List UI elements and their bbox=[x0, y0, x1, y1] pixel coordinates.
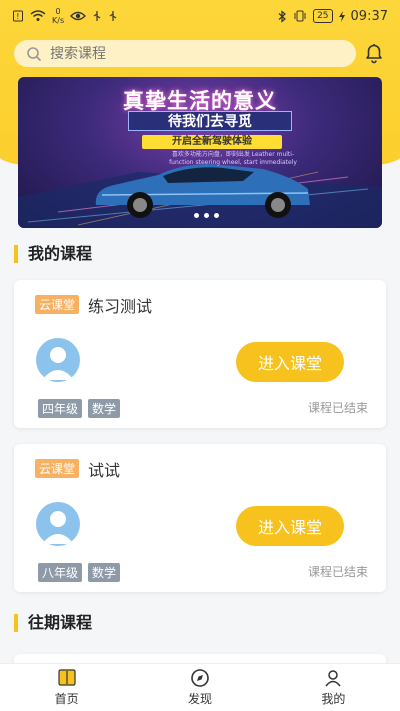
usb-icon-2 bbox=[109, 11, 117, 21]
book-icon bbox=[58, 669, 76, 686]
search-icon bbox=[27, 46, 42, 61]
charging-icon bbox=[338, 10, 345, 22]
tab-discover[interactable]: 发现 bbox=[133, 664, 266, 711]
subject-chip: 数学 bbox=[88, 399, 121, 418]
enter-classroom-button[interactable]: 进入课堂 bbox=[236, 506, 344, 546]
status-bar: ! 0 K/s 25 09:37 bbox=[0, 0, 400, 32]
enter-classroom-button[interactable]: 进入课堂 bbox=[236, 342, 344, 382]
course-chips: 八年级 数学 bbox=[38, 563, 121, 582]
svg-text:!: ! bbox=[16, 12, 19, 21]
carousel-dot[interactable] bbox=[194, 213, 199, 218]
course-status: 课程已结束 bbox=[307, 565, 368, 579]
course-type-tag: 云课堂 bbox=[35, 295, 80, 314]
course-status: 课程已结束 bbox=[307, 401, 368, 415]
course-card[interactable]: 云课堂 试试 进入课堂 八年级 数学 课程已结束 bbox=[14, 444, 386, 592]
bottom-tab-bar: 首页 发现 我的 bbox=[0, 663, 400, 711]
search-bar[interactable] bbox=[14, 40, 356, 67]
banner-small-text: 喜欢多功能方向盘，即刻出发 Leather multi-function ste… bbox=[169, 151, 297, 166]
battery-indicator: 25 bbox=[313, 9, 333, 23]
eye-icon bbox=[70, 11, 87, 21]
grade-chip: 四年级 bbox=[38, 399, 83, 418]
sim-icon: ! bbox=[13, 10, 23, 22]
tab-discover-label: 发现 bbox=[187, 692, 212, 706]
course-name: 试试 bbox=[88, 461, 121, 480]
carousel-indicator[interactable] bbox=[194, 213, 219, 218]
clock: 09:37 bbox=[350, 8, 388, 24]
usb-icon bbox=[93, 11, 101, 21]
course-type-tag: 云课堂 bbox=[35, 459, 80, 478]
carousel-dot[interactable] bbox=[204, 213, 209, 218]
subject-chip: 数学 bbox=[88, 563, 121, 582]
tab-home[interactable]: 首页 bbox=[0, 664, 133, 711]
user-icon bbox=[325, 670, 341, 687]
section-title-my-courses: 我的课程 bbox=[14, 245, 92, 263]
banner-subheadline: 待我们去寻觅 bbox=[128, 111, 292, 131]
tab-mine-label: 我的 bbox=[321, 692, 346, 706]
wifi-icon bbox=[30, 10, 46, 21]
vibrate-icon bbox=[294, 10, 306, 22]
teacher-avatar bbox=[36, 338, 80, 382]
course-card[interactable]: 云课堂 练习测试 进入课堂 四年级 数学 课程已结束 bbox=[14, 280, 386, 428]
tab-home-label: 首页 bbox=[54, 692, 79, 706]
grade-chip: 八年级 bbox=[38, 563, 83, 582]
promo-banner[interactable]: 真挚生活的意义 待我们去寻觅 开启全新驾驶体验 喜欢多功能方向盘，即刻出发 Le… bbox=[18, 77, 382, 228]
bluetooth-icon bbox=[278, 9, 286, 23]
carousel-dot[interactable] bbox=[214, 213, 219, 218]
course-name: 练习测试 bbox=[88, 297, 153, 316]
tab-mine[interactable]: 我的 bbox=[267, 664, 400, 711]
bell-icon[interactable] bbox=[362, 41, 386, 65]
banner-tagline: 开启全新驾驶体验 bbox=[142, 135, 282, 149]
teacher-avatar bbox=[36, 502, 80, 546]
course-chips: 四年级 数学 bbox=[38, 399, 121, 418]
network-speed: 0 K/s bbox=[52, 7, 65, 25]
compass-icon bbox=[191, 669, 209, 687]
search-input[interactable] bbox=[50, 45, 330, 62]
section-title-past-courses: 往期课程 bbox=[14, 614, 92, 632]
